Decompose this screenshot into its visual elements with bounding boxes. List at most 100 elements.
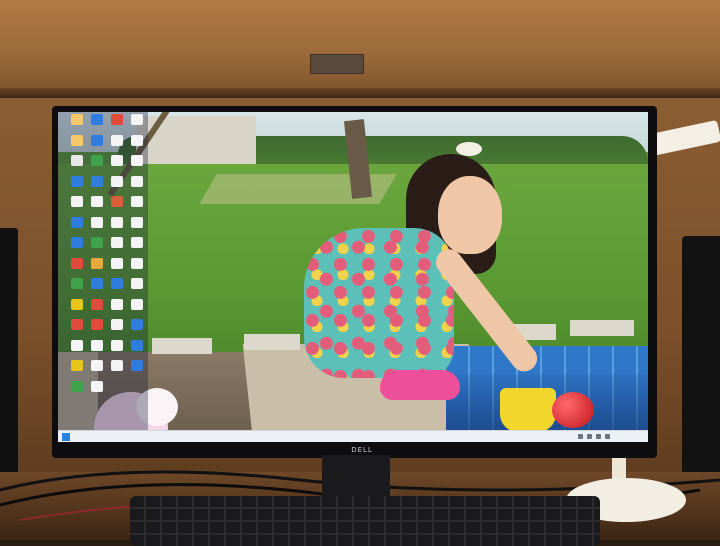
desktop-icon[interactable]	[88, 360, 106, 371]
desktop-icon[interactable]	[108, 339, 126, 351]
shelf-sticker	[310, 54, 364, 74]
desktop-icon-glyph	[71, 360, 83, 371]
wallpaper-tile	[570, 320, 634, 336]
desktop-icon[interactable]	[68, 360, 86, 371]
network-icon[interactable]	[578, 434, 583, 439]
desktop-icon[interactable]	[108, 360, 126, 371]
desktop-icon[interactable]	[68, 196, 86, 207]
windows-start-icon[interactable]	[62, 433, 70, 441]
red-ball	[552, 392, 594, 428]
desktop-icon[interactable]	[128, 175, 146, 187]
desktop-icon[interactable]	[128, 319, 146, 330]
desktop-icon[interactable]	[128, 257, 146, 269]
desktop-icon[interactable]	[88, 196, 106, 207]
desktop-icon-glyph	[91, 134, 103, 146]
desktop-icon[interactable]	[68, 278, 86, 289]
desktop-icon-glyph	[91, 360, 103, 371]
desktop-icon[interactable]	[108, 237, 126, 248]
keyboard	[130, 496, 600, 546]
taskbar-clock[interactable]	[626, 432, 646, 442]
desktop-icon-glyph	[91, 319, 103, 330]
desktop-icon[interactable]	[108, 175, 126, 187]
wallpaper-tile	[152, 338, 212, 354]
desktop-icon-glyph	[131, 114, 143, 125]
desktop-icon[interactable]	[68, 114, 86, 125]
desktop-icon[interactable]	[88, 257, 106, 269]
desktop-icon[interactable]	[128, 298, 146, 310]
desktop-icon[interactable]	[68, 175, 86, 187]
desktop-icon[interactable]	[128, 339, 146, 351]
desktop-icon[interactable]	[68, 380, 86, 392]
desktop-icon[interactable]	[68, 319, 86, 330]
desktop-icon[interactable]	[128, 134, 146, 146]
desktop-icon-glyph	[111, 319, 123, 330]
desktop-icon[interactable]	[68, 339, 86, 351]
desktop-icon-glyph	[71, 175, 83, 187]
desktop-icon-glyph	[71, 155, 83, 166]
girl-hair-bow	[456, 142, 482, 156]
desktop-icon[interactable]	[88, 319, 106, 330]
desktop-icon[interactable]	[108, 278, 126, 289]
desktop-icon[interactable]	[88, 134, 106, 146]
desktop-icon-glyph	[131, 196, 143, 207]
pink-shoe	[380, 370, 460, 400]
desktop-icon-glyph	[71, 134, 83, 146]
desktop-icon[interactable]	[68, 134, 86, 146]
desktop-icon[interactable]	[68, 216, 86, 228]
desktop-icon[interactable]	[68, 237, 86, 248]
desktop-icon[interactable]	[128, 278, 146, 289]
desktop-icon[interactable]	[108, 134, 126, 146]
desktop-icon-glyph	[71, 216, 83, 228]
desktop-icon[interactable]	[128, 360, 146, 371]
desktop-icon-glyph	[131, 155, 143, 166]
desktop-icon-glyph	[111, 237, 123, 248]
desktop-icon[interactable]	[88, 114, 106, 125]
desktop-icon-glyph	[91, 175, 103, 187]
desktop-icon[interactable]	[108, 196, 126, 207]
desktop-icon[interactable]	[128, 237, 146, 248]
desktop-icon-glyph	[71, 298, 83, 310]
notification-icon[interactable]	[605, 434, 610, 439]
desktop-icon[interactable]	[108, 257, 126, 269]
desktop-icon[interactable]	[88, 237, 106, 248]
desktop-icon[interactable]	[108, 319, 126, 330]
desktop-icon[interactable]	[128, 114, 146, 125]
volume-icon[interactable]	[587, 434, 592, 439]
desktop-icon-glyph	[91, 298, 103, 310]
girl-dress	[304, 228, 454, 378]
desktop-icon[interactable]	[68, 298, 86, 310]
monitor-logo: DELL	[351, 446, 373, 454]
desktop-icon[interactable]	[128, 155, 146, 166]
desktop-icon[interactable]	[88, 380, 106, 392]
desktop-icon-glyph	[71, 114, 83, 125]
desktop-icon[interactable]	[68, 155, 86, 166]
desktop-icon-glyph	[111, 278, 123, 289]
desktop-icon[interactable]	[88, 298, 106, 310]
desktop-icon[interactable]	[88, 216, 106, 228]
desktop-icon-glyph	[71, 237, 83, 248]
desktop-icon-glyph	[111, 298, 123, 310]
desktop-icon[interactable]	[88, 175, 106, 187]
desktop-icon[interactable]	[88, 278, 106, 289]
desktop-icon-glyph	[131, 237, 143, 248]
taskbar	[58, 430, 648, 442]
desktop-icon-glyph	[131, 339, 143, 351]
desktop-icon[interactable]	[88, 155, 106, 166]
desktop-icon[interactable]	[128, 196, 146, 207]
desktop-icon[interactable]	[128, 216, 146, 228]
desktop-icon-glyph	[111, 360, 123, 371]
system-tray	[578, 434, 622, 440]
desktop-icon[interactable]	[88, 339, 106, 351]
ime-icon[interactable]	[596, 434, 601, 439]
desktop-icon[interactable]	[108, 216, 126, 228]
desktop-icon[interactable]	[108, 298, 126, 310]
desktop-icon[interactable]	[108, 155, 126, 166]
desktop-icon[interactable]	[68, 257, 86, 269]
desktop-icon[interactable]	[108, 114, 126, 125]
wooden-shelf	[0, 0, 720, 98]
desktop-icon-glyph	[131, 319, 143, 330]
desktop-icon-glyph	[91, 278, 103, 289]
desktop-icon-glyph	[91, 257, 103, 269]
desktop-icon-glyph	[131, 257, 143, 269]
girl-face	[438, 176, 502, 254]
